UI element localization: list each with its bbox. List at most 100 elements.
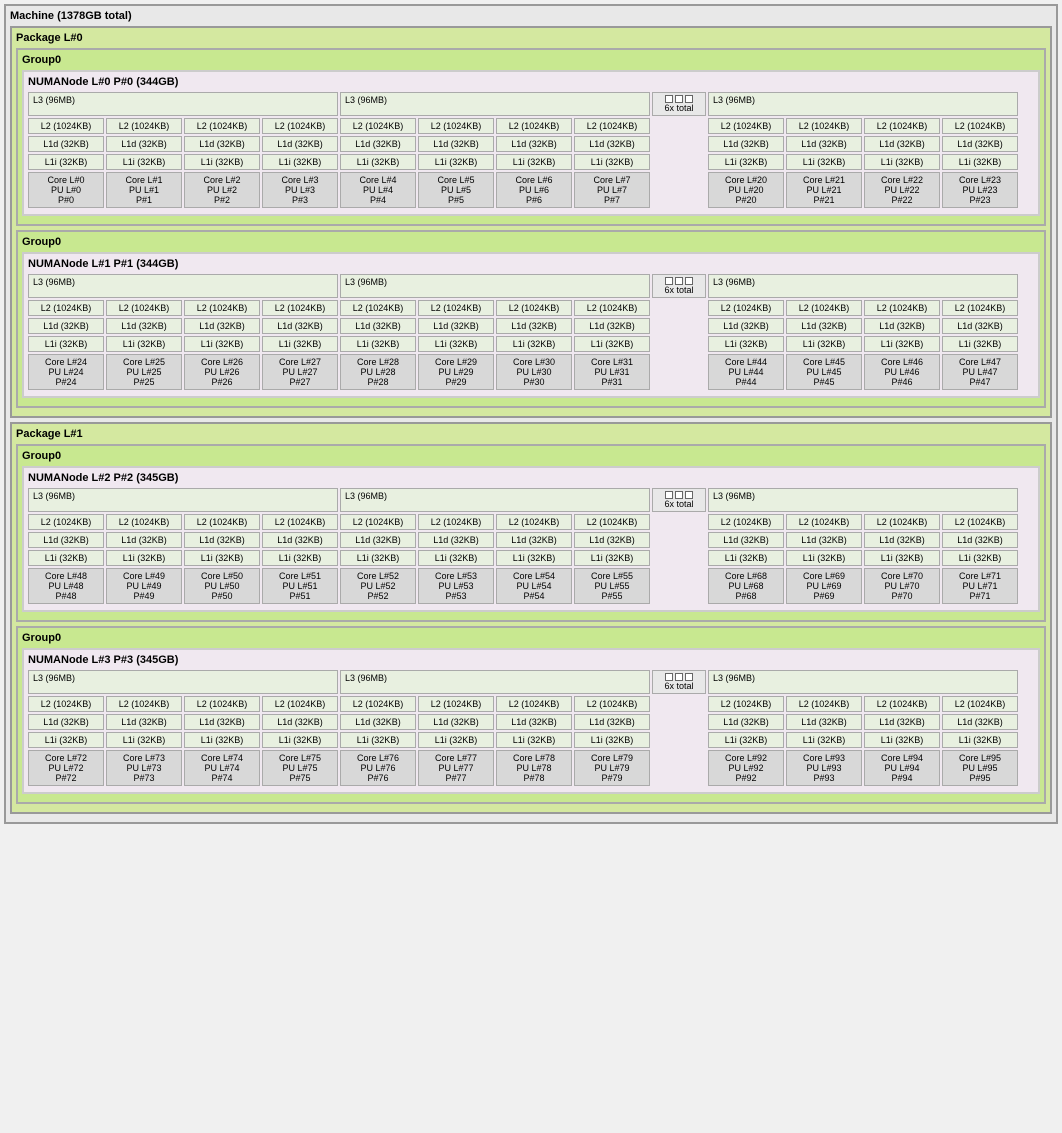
l3-cell: L3 (96MB) — [708, 92, 1018, 116]
full-row: L1i (32KB)L1i (32KB)L1i (32KB)L1i (32KB)… — [28, 336, 1034, 352]
cache-cell: L1d (32KB) — [262, 532, 338, 548]
pu-label-line1: PU L#7 — [578, 185, 646, 195]
core-pu-cell: Core L#22PU L#22P#22 — [864, 172, 940, 208]
core-label: Core L#46 — [868, 357, 936, 367]
core-pu-cell: Core L#0PU L#0P#0 — [28, 172, 104, 208]
numa-title: NUMANode L#3 P#3 (345GB) — [28, 654, 1034, 666]
pu-label: P#5 — [422, 195, 490, 205]
cache-cell: L1d (32KB) — [184, 714, 260, 730]
cache-cell: L1i (32KB) — [418, 154, 494, 170]
core-label: Core L#28 — [344, 357, 412, 367]
left-group: L2 (1024KB)L2 (1024KB)L2 (1024KB)L2 (102… — [28, 514, 650, 530]
pu-label: P#95 — [946, 773, 1014, 783]
pu-label-line1: PU L#27 — [266, 367, 334, 377]
pu-label-line1: PU L#75 — [266, 763, 334, 773]
pu-label-line1: PU L#26 — [188, 367, 256, 377]
right-group: Core L#92PU L#92P#92Core L#93PU L#93P#93… — [708, 750, 1018, 786]
core-label: Core L#23 — [946, 175, 1014, 185]
pu-label-line1: PU L#22 — [868, 185, 936, 195]
core-label: Core L#50 — [188, 571, 256, 581]
numa-box: NUMANode L#1 P#1 (344GB)L3 (96MB)L3 (96M… — [22, 252, 1040, 398]
cache-cell: L1d (32KB) — [496, 136, 572, 152]
pu-label: P#45 — [790, 377, 858, 387]
cache-cell: L1i (32KB) — [418, 336, 494, 352]
core-pu-cell: Core L#3PU L#3P#3 — [262, 172, 338, 208]
core-pu-cell: Core L#47PU L#47P#47 — [942, 354, 1018, 390]
indicator-dot — [685, 673, 693, 681]
cache-cell: L1i (32KB) — [574, 550, 650, 566]
pu-label: P#92 — [712, 773, 780, 783]
indicator-dot — [675, 95, 683, 103]
group-title: Group0 — [22, 54, 1040, 66]
core-pu-cell: Core L#79PU L#79P#79 — [574, 750, 650, 786]
six-total-box — [652, 172, 706, 208]
pu-label: P#31 — [578, 377, 646, 387]
pu-label: P#26 — [188, 377, 256, 387]
cache-cell: L1i (32KB) — [864, 732, 940, 748]
core-label: Core L#0 — [32, 175, 100, 185]
pu-label-line1: PU L#69 — [790, 581, 858, 591]
pu-label: P#70 — [868, 591, 936, 601]
core-label: Core L#68 — [712, 571, 780, 581]
cache-cell: L2 (1024KB) — [574, 300, 650, 316]
cache-cell: L2 (1024KB) — [28, 696, 104, 712]
pu-label-line1: PU L#30 — [500, 367, 568, 377]
cache-cell: L1d (32KB) — [786, 136, 862, 152]
full-row: L2 (1024KB)L2 (1024KB)L2 (1024KB)L2 (102… — [28, 118, 1034, 134]
pu-label: P#54 — [500, 591, 568, 601]
core-label: Core L#4 — [344, 175, 412, 185]
cache-cell: L1d (32KB) — [184, 318, 260, 334]
core-label: Core L#44 — [712, 357, 780, 367]
right-group: L1i (32KB)L1i (32KB)L1i (32KB)L1i (32KB) — [708, 154, 1018, 170]
cache-cell: L2 (1024KB) — [184, 696, 260, 712]
cache-cell: L1i (32KB) — [574, 336, 650, 352]
cache-cell: L1d (32KB) — [574, 532, 650, 548]
core-pu-cell: Core L#51PU L#51P#51 — [262, 568, 338, 604]
pu-label-line1: PU L#3 — [266, 185, 334, 195]
pu-label: P#20 — [712, 195, 780, 205]
cache-cell: L1i (32KB) — [28, 336, 104, 352]
cache-cell: L2 (1024KB) — [418, 696, 494, 712]
core-pu-cell: Core L#55PU L#55P#55 — [574, 568, 650, 604]
core-pu-cell: Core L#77PU L#77P#77 — [418, 750, 494, 786]
core-label: Core L#78 — [500, 753, 568, 763]
left-group: L1i (32KB)L1i (32KB)L1i (32KB)L1i (32KB)… — [28, 550, 650, 566]
group-box: Group0NUMANode L#0 P#0 (344GB)L3 (96MB)L… — [16, 48, 1046, 226]
cache-cell: L2 (1024KB) — [574, 118, 650, 134]
pu-label: P#79 — [578, 773, 646, 783]
cache-cell: L1d (32KB) — [28, 136, 104, 152]
group-box: Group0NUMANode L#1 P#1 (344GB)L3 (96MB)L… — [16, 230, 1046, 408]
cache-cell: L1d (32KB) — [574, 136, 650, 152]
l3-row: L3 (96MB)L3 (96MB)6x totalL3 (96MB) — [28, 488, 1034, 512]
l3-cell: L3 (96MB) — [28, 488, 338, 512]
cache-cell: L1d (32KB) — [574, 318, 650, 334]
left-group: L1d (32KB)L1d (32KB)L1d (32KB)L1d (32KB)… — [28, 318, 650, 334]
cache-cell: L1d (32KB) — [864, 714, 940, 730]
l3-cell: L3 (96MB) — [28, 274, 338, 298]
l3-cell: L3 (96MB) — [28, 670, 338, 694]
pu-label-line1: PU L#31 — [578, 367, 646, 377]
cache-cell: L1d (32KB) — [942, 136, 1018, 152]
cache-cell: L1i (32KB) — [786, 732, 862, 748]
cache-cell: L1d (32KB) — [942, 714, 1018, 730]
pu-label: P#52 — [344, 591, 412, 601]
cache-cell: L1d (32KB) — [496, 318, 572, 334]
right-group: L1i (32KB)L1i (32KB)L1i (32KB)L1i (32KB) — [708, 732, 1018, 748]
core-pu-cell: Core L#52PU L#52P#52 — [340, 568, 416, 604]
cache-cell: L1i (32KB) — [106, 336, 182, 352]
core-label: Core L#92 — [712, 753, 780, 763]
pu-label-line1: PU L#53 — [422, 581, 490, 591]
core-pu-cell: Core L#70PU L#70P#70 — [864, 568, 940, 604]
cache-cell: L2 (1024KB) — [340, 300, 416, 316]
pu-label-line1: PU L#49 — [110, 581, 178, 591]
numa-box: NUMANode L#2 P#2 (345GB)L3 (96MB)L3 (96M… — [22, 466, 1040, 612]
pu-label: P#29 — [422, 377, 490, 387]
cache-cell: L1d (32KB) — [942, 532, 1018, 548]
cache-cell: L2 (1024KB) — [708, 514, 784, 530]
core-pu-cell: Core L#78PU L#78P#78 — [496, 750, 572, 786]
core-pu-cell: Core L#68PU L#68P#68 — [708, 568, 784, 604]
pu-label-line1: PU L#79 — [578, 763, 646, 773]
core-label: Core L#48 — [32, 571, 100, 581]
cache-cell: L2 (1024KB) — [786, 514, 862, 530]
cache-cell: L1d (32KB) — [28, 532, 104, 548]
